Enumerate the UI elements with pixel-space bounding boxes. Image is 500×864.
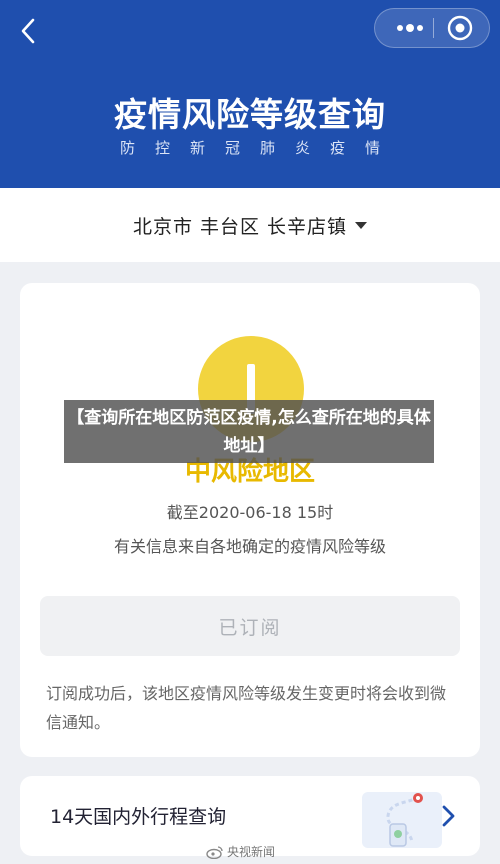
page-header: 疫情风险等级查询 防控新冠肺炎疫情 (0, 0, 500, 188)
trip-map-icon (362, 792, 442, 848)
watermark-text: 央视新闻 (227, 845, 276, 859)
back-icon[interactable] (14, 16, 44, 46)
mini-program-capsule (374, 8, 490, 48)
watermark: 央视新闻 (206, 843, 275, 860)
risk-source-note: 有关信息来自各地确定的疫情风险等级 (113, 537, 386, 556)
page-title: 疫情风险等级查询 (114, 95, 386, 134)
close-icon[interactable] (445, 13, 475, 43)
capsule-divider (433, 18, 434, 38)
chevron-right-icon[interactable] (438, 803, 458, 829)
risk-card: 中风险地区 截至2020-06-18 15时 有关信息来自各地确定的疫情风险等级… (20, 283, 480, 757)
page-subtitle: 防控新冠肺炎疫情 (119, 139, 400, 157)
dropdown-caret-icon (355, 221, 368, 229)
caption-overlay: 【查询所在地区防范区疫情,怎么查所在地的具体地址】 (64, 400, 434, 463)
more-icon[interactable] (391, 9, 429, 47)
subscribed-button[interactable]: 已订阅 (40, 596, 460, 656)
subscription-notice: 订阅成功后，该地区疫情风险等级发生变更时将会收到微信通知。 (46, 684, 447, 732)
weibo-logo (206, 845, 223, 859)
trip-query-label: 14天国内外行程查询 (50, 806, 227, 828)
location-text: 北京市 丰台区 长辛店镇 (132, 215, 348, 238)
risk-as-of: 截至2020-06-18 15时 (166, 503, 334, 522)
location-selector[interactable]: 北京市 丰台区 长辛店镇 (0, 188, 500, 262)
